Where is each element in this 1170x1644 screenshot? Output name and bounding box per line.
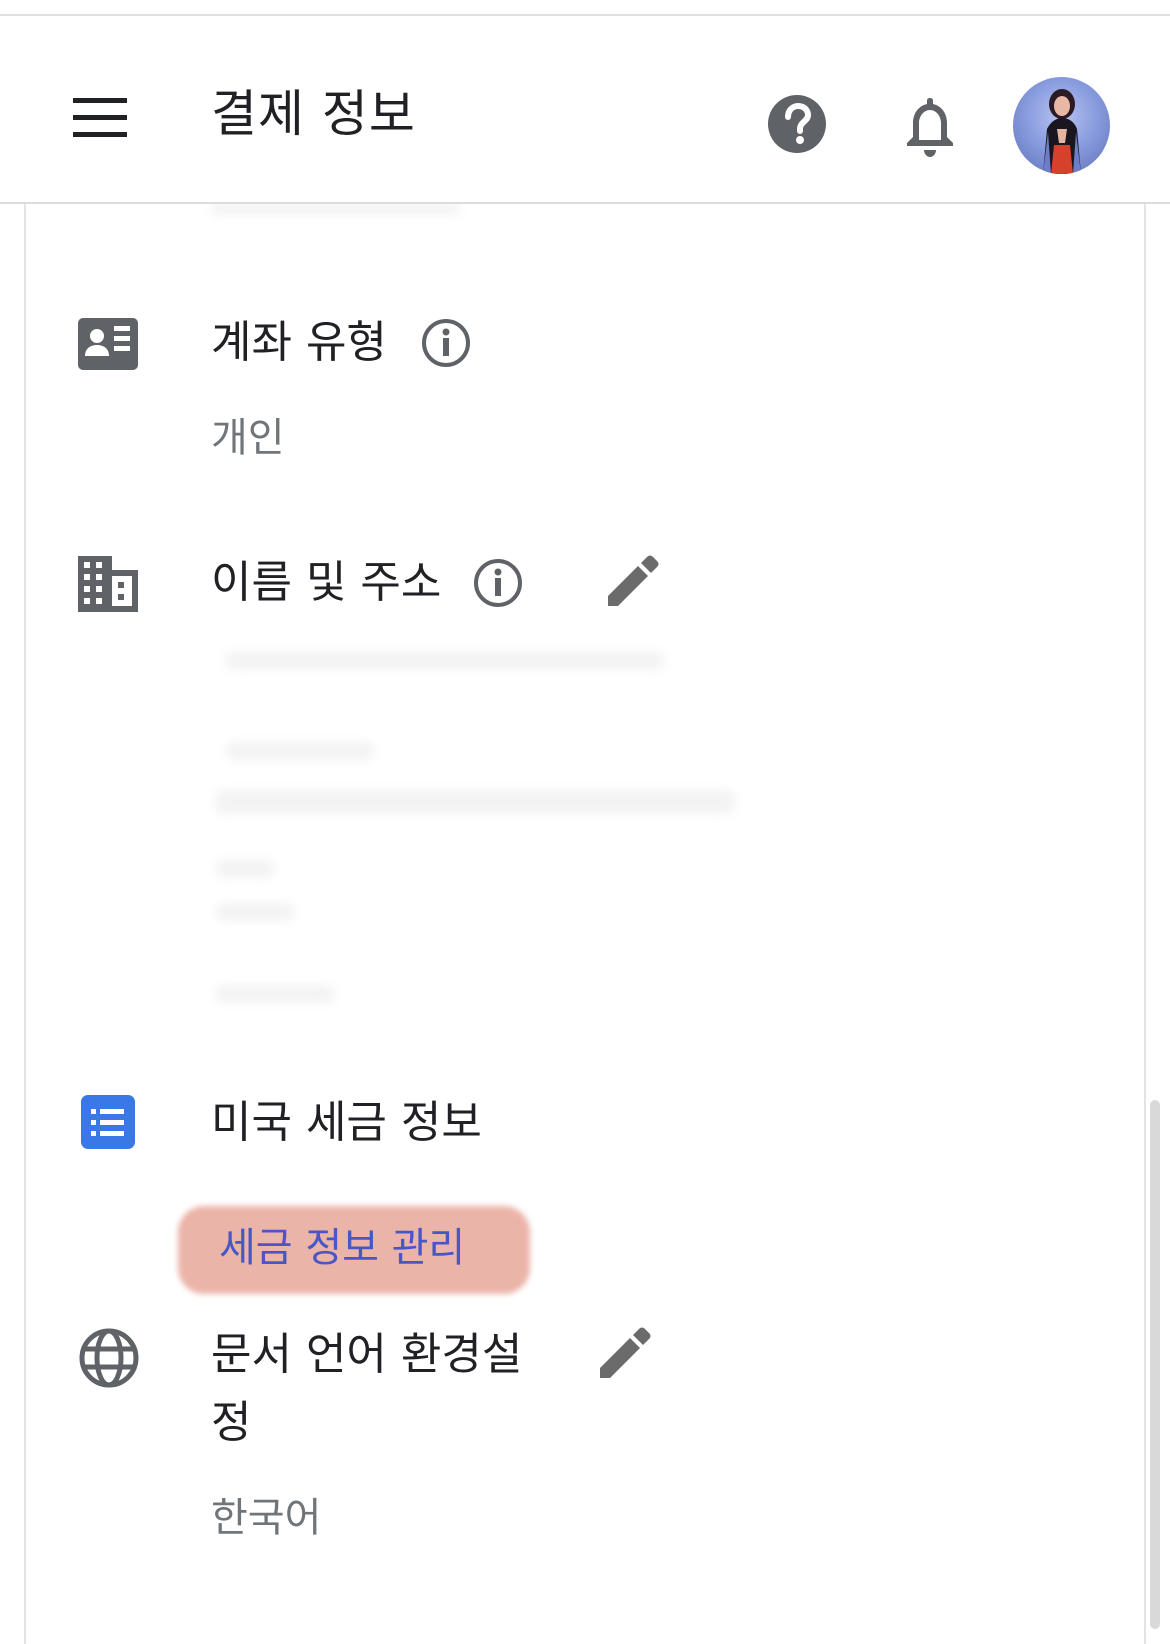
doc-language-label-line2: 정 xyxy=(211,1397,252,1448)
manage-tax-info-link[interactable]: 세금 정보 관리 xyxy=(219,1220,465,1276)
bell-icon xyxy=(907,98,953,157)
menu-button[interactable] xyxy=(60,82,142,152)
us-tax-label: 미국 세금 정보 xyxy=(211,1097,482,1148)
app-bar: 결제 정보 xyxy=(0,16,1170,204)
doc-language-label-line1: 문서 언어 환경설 xyxy=(211,1329,523,1380)
account-type-info-button[interactable] xyxy=(420,317,472,369)
info-icon xyxy=(474,559,522,607)
name-address-info-button[interactable] xyxy=(472,557,524,609)
doc-language-edit-button[interactable] xyxy=(594,1324,654,1384)
name-address-edit-button[interactable] xyxy=(602,552,662,612)
contact-card-icon xyxy=(78,318,138,370)
account-type-label: 계좌 유형 xyxy=(211,317,387,368)
scrollbar[interactable] xyxy=(1150,1100,1160,1629)
page-title: 결제 정보 xyxy=(211,85,416,143)
scrolled-text xyxy=(210,203,460,215)
pencil-icon xyxy=(608,555,659,606)
help-circle-icon xyxy=(768,95,826,153)
account-type-value: 개인 xyxy=(211,415,285,461)
manage-tax-info-highlight: 세금 정보 관리 xyxy=(178,1206,530,1294)
notifications-button[interactable] xyxy=(902,92,958,158)
building-icon xyxy=(78,556,138,612)
doc-language-value: 한국어 xyxy=(211,1495,322,1541)
user-avatar[interactable] xyxy=(1013,77,1110,174)
pencil-icon xyxy=(600,1327,651,1378)
name-address-label: 이름 및 주소 xyxy=(211,557,442,608)
list-icon xyxy=(81,1095,135,1149)
globe-icon xyxy=(79,1328,139,1388)
billing-card xyxy=(24,204,1146,1644)
info-icon xyxy=(422,319,470,367)
help-button[interactable] xyxy=(767,94,827,154)
